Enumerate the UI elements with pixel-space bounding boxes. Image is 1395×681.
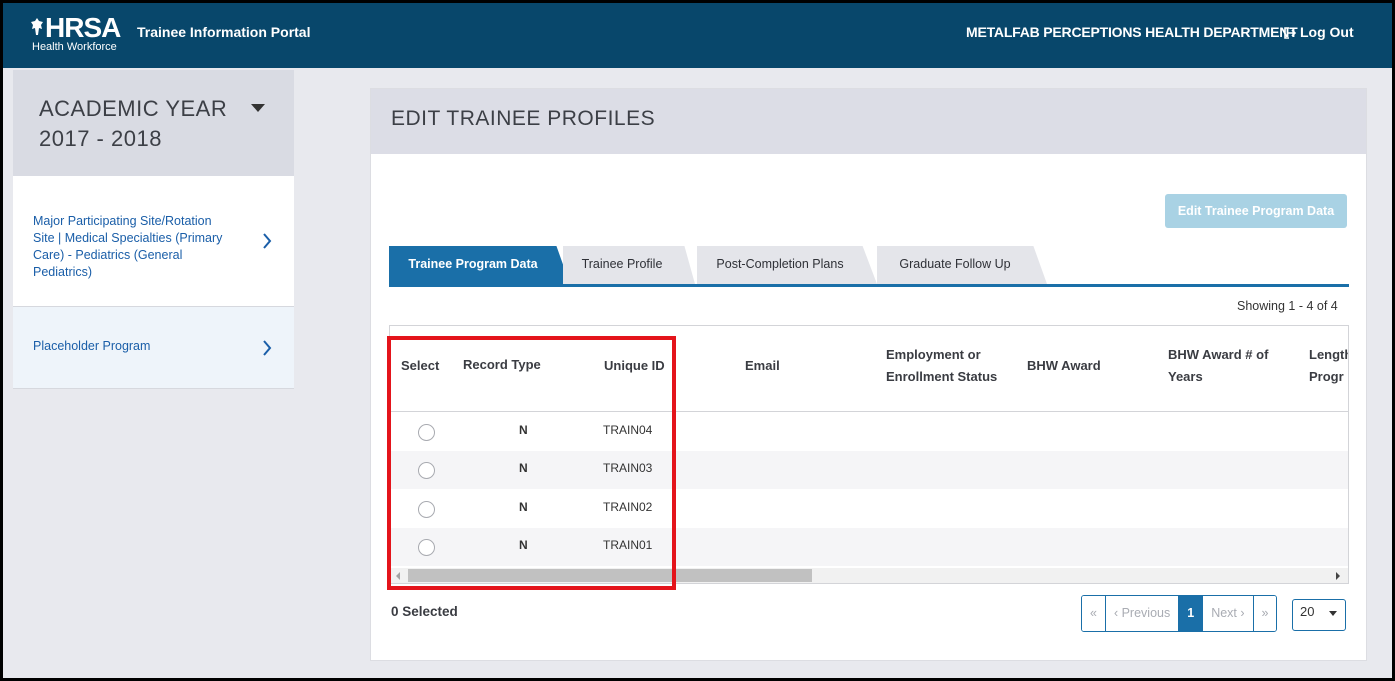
academic-year-selector[interactable]: ACADEMIC YEAR 2017 - 2018	[13, 70, 294, 176]
caret-down-icon	[1329, 611, 1337, 616]
edit-trainee-program-data-button[interactable]: Edit Trainee Program Data	[1165, 194, 1347, 228]
hrsa-logo[interactable]: HRSA Health Workforce	[30, 14, 130, 54]
sidebar-item-label: Major Participating Site/Rotation Site |…	[33, 214, 223, 279]
pager-next-button[interactable]: Next ›	[1203, 596, 1254, 631]
panel-header: EDIT TRAINEE PROFILES	[371, 89, 1366, 154]
page-title: EDIT TRAINEE PROFILES	[391, 107, 656, 130]
logout-button[interactable]: Log Out	[1284, 24, 1354, 40]
col-length-program[interactable]: Length Progr	[1309, 344, 1348, 388]
logout-label: Log Out	[1300, 24, 1354, 40]
academic-year-label: ACADEMIC YEAR 2017 - 2018	[39, 96, 228, 151]
logo-text: HRSA	[45, 12, 121, 43]
page-size-select[interactable]: 20	[1292, 599, 1346, 631]
pager-last-button[interactable]: »	[1253, 596, 1277, 631]
col-employment-status[interactable]: Employment or Enrollment Status	[886, 344, 997, 388]
pager-first-button[interactable]: «	[1082, 596, 1106, 631]
chevron-right-icon	[263, 340, 272, 356]
showing-count: Showing 1 - 4 of 4	[1237, 299, 1338, 313]
sidebar: ACADEMIC YEAR 2017 - 2018 Major Particip…	[13, 70, 294, 389]
pagination: « ‹ Previous 1 Next › »	[1081, 595, 1278, 632]
app-window: HRSA Health Workforce Trainee Informatio…	[3, 3, 1392, 678]
sidebar-item-label: Placeholder Program	[33, 339, 151, 353]
tab-post-completion-plans[interactable]: Post-Completion Plans	[697, 246, 877, 284]
portal-title: Trainee Information Portal	[137, 24, 311, 40]
col-email[interactable]: Email	[745, 355, 780, 377]
tab-underline	[389, 284, 1349, 287]
eagle-icon	[31, 18, 43, 35]
pager-page-1[interactable]: 1	[1179, 596, 1204, 631]
annotation-highlight-box	[387, 336, 676, 590]
tab-bar: Trainee Program Data Trainee Profile Pos…	[389, 246, 1349, 288]
tab-trainee-profile[interactable]: Trainee Profile	[563, 246, 695, 284]
col-bhw-award[interactable]: BHW Award	[1027, 355, 1101, 377]
tab-trainee-program-data[interactable]: Trainee Program Data	[389, 246, 571, 287]
col-bhw-award-years[interactable]: BHW Award # of Years	[1168, 344, 1268, 388]
caret-down-icon[interactable]	[251, 104, 265, 112]
sidebar-item-placeholder-program[interactable]: Placeholder Program	[13, 307, 294, 389]
scroll-right-arrow-icon[interactable]	[1336, 572, 1340, 580]
selected-count: 0 Selected	[391, 604, 458, 619]
pager-previous-button[interactable]: ‹ Previous	[1105, 596, 1180, 631]
page-size-value: 20	[1300, 604, 1315, 619]
sidebar-item-major-site[interactable]: Major Participating Site/Rotation Site |…	[13, 176, 294, 307]
top-header: HRSA Health Workforce Trainee Informatio…	[3, 3, 1392, 68]
logo-subtitle: Health Workforce	[32, 41, 117, 53]
tab-graduate-follow-up[interactable]: Graduate Follow Up	[877, 246, 1047, 284]
logout-icon	[1284, 27, 1297, 39]
chevron-right-icon	[263, 233, 272, 249]
organization-name: METALFAB PERCEPTIONS HEALTH DEPARTMENT	[966, 24, 1298, 40]
